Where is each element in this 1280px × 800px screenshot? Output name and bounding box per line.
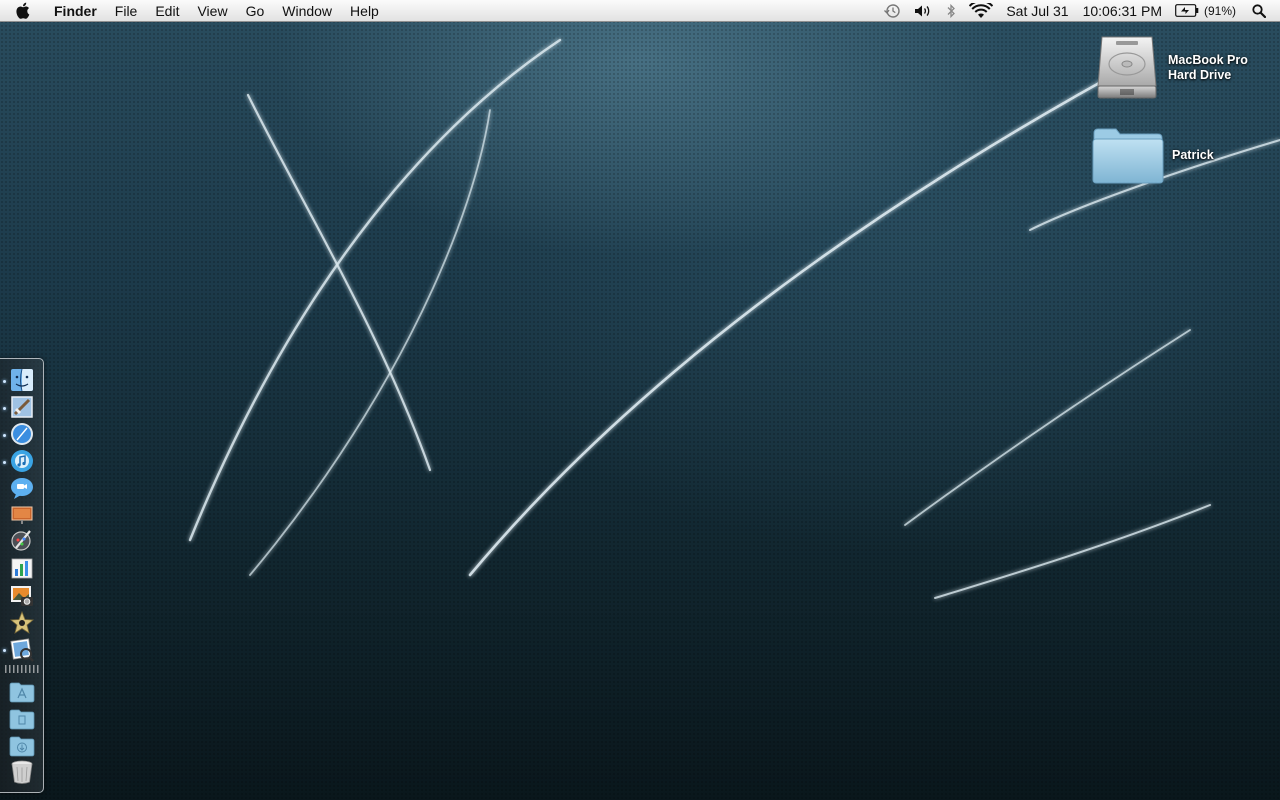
mail-icon (11, 396, 33, 418)
bluetooth-menu[interactable] (939, 0, 963, 22)
dock-running-indicator (3, 461, 6, 464)
dock-item-itunes[interactable] (9, 448, 35, 474)
dock-item-ichat[interactable] (9, 475, 35, 501)
menu-bar: Finder File Edit View Go Window Help Sat… (0, 0, 1280, 22)
hard-drive-label-line2: Hard Drive (1168, 68, 1232, 82)
clock-time[interactable]: 10:06:31 PM (1076, 0, 1169, 22)
clock-date[interactable]: Sat Jul 31 (999, 0, 1075, 22)
desktop-wallpaper (188, 38, 1280, 599)
imovie-icon (10, 611, 34, 634)
applications-folder-icon (9, 682, 35, 703)
dock-item-finder[interactable] (9, 367, 35, 393)
dock-item-mail[interactable] (9, 394, 35, 420)
desktop-icon-label: Patrick (1172, 147, 1214, 162)
menu-file[interactable]: File (106, 0, 147, 22)
battery-percent: (91%) (1203, 3, 1236, 18)
dock-stack-documents[interactable] (9, 706, 35, 732)
dock-separator (5, 665, 39, 673)
documents-folder-icon (9, 709, 35, 730)
dock-running-indicator (3, 649, 6, 652)
menu-go[interactable]: Go (237, 0, 274, 22)
ichat-icon (11, 478, 33, 499)
numbers-icon (11, 558, 33, 579)
time-machine-menu[interactable] (877, 0, 907, 22)
dock-item-iphoto[interactable] (9, 583, 35, 609)
dock-item-trash[interactable] (9, 759, 35, 785)
finder-icon (11, 368, 33, 392)
dock (0, 358, 44, 793)
spotlight-menu[interactable] (1242, 0, 1280, 22)
apple-menu[interactable] (0, 0, 44, 22)
wifi-menu[interactable] (963, 0, 999, 22)
dock-item-keynote[interactable] (9, 500, 35, 526)
pixelmator-icon (11, 530, 31, 551)
hard-drive-label-line1: MacBook Pro (1168, 53, 1248, 67)
battery-charging-icon (1175, 4, 1199, 17)
iphoto-icon (11, 586, 33, 606)
safari-icon (11, 423, 33, 445)
volume-menu[interactable] (907, 0, 939, 22)
time-machine-icon (884, 3, 901, 18)
dock-running-indicator (3, 380, 6, 383)
dock-item-safari[interactable] (9, 421, 35, 447)
dock-stack-applications[interactable] (9, 679, 35, 705)
dock-running-indicator (3, 407, 6, 410)
preview-icon (10, 638, 34, 662)
menu-window[interactable]: Window (273, 0, 341, 22)
dock-item-pixelmator[interactable] (9, 527, 35, 553)
folder-icon (1092, 128, 1164, 184)
dock-running-indicator (3, 434, 6, 437)
desktop-icon-hard-drive[interactable]: MacBook Pro Hard Drive (1094, 34, 1248, 102)
menu-view[interactable]: View (188, 0, 236, 22)
keynote-icon (11, 506, 33, 524)
bluetooth-icon (947, 3, 956, 18)
apple-logo-icon (15, 2, 29, 19)
itunes-icon (11, 450, 33, 472)
desktop-icon-patrick-folder[interactable]: Patrick (1092, 125, 1214, 185)
menu-help[interactable]: Help (341, 0, 388, 22)
dock-stack-downloads[interactable] (9, 733, 35, 759)
menu-edit[interactable]: Edit (146, 0, 188, 22)
desktop-icon-label: MacBook Pro Hard Drive (1168, 53, 1248, 83)
dock-item-imovie[interactable] (9, 610, 35, 636)
menu-extras: Sat Jul 31 10:06:31 PM (91%) (877, 0, 1280, 22)
wifi-icon (969, 2, 994, 18)
trash-icon (11, 760, 33, 784)
hard-drive-icon (1097, 36, 1157, 99)
dock-item-preview[interactable] (9, 637, 35, 663)
menu-app-finder[interactable]: Finder (44, 0, 106, 22)
spotlight-search-icon (1252, 3, 1266, 18)
downloads-folder-icon (9, 736, 35, 757)
battery-menu[interactable]: (91%) (1169, 0, 1242, 22)
volume-icon (915, 5, 930, 16)
dock-item-numbers[interactable] (9, 555, 35, 581)
